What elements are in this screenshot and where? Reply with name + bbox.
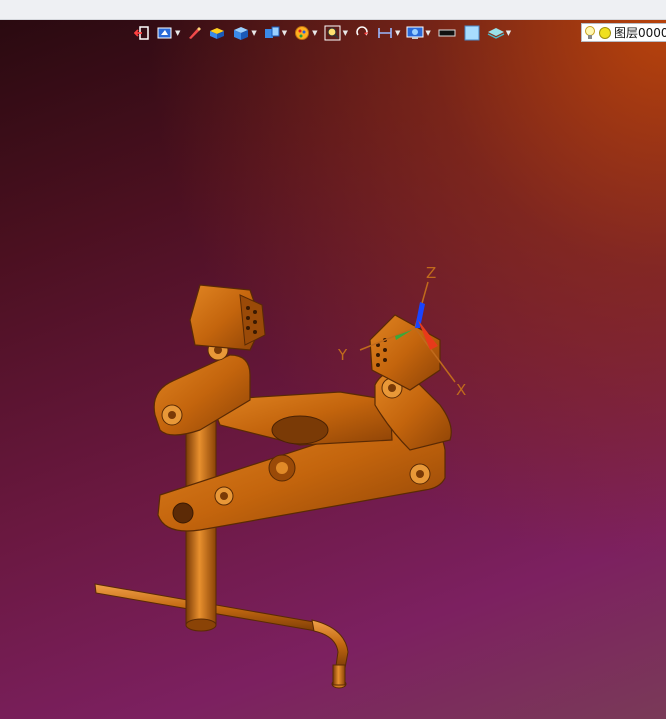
sun-icon	[599, 26, 611, 39]
rotate-view-button[interactable]	[352, 22, 372, 44]
rotate-view-icon	[356, 26, 368, 36]
chevron-down-icon: ▼	[505, 28, 512, 37]
zoom-fit-button[interactable]: ▼	[322, 22, 350, 44]
monitor-view-button[interactable]: ▼	[404, 22, 432, 44]
layer-name: 图层0000	[614, 26, 666, 40]
section-view-button[interactable]: ▼	[261, 22, 289, 44]
light-blue-color-button[interactable]	[461, 22, 483, 44]
chevron-down-icon: ▼	[281, 28, 288, 37]
display-style-button[interactable]	[206, 22, 228, 44]
light-blue-swatch-icon	[464, 25, 480, 41]
appearance-icon	[295, 26, 310, 40]
window-top-strip	[0, 0, 666, 20]
axis-z-label: Z	[426, 264, 436, 282]
monitor-view-icon	[406, 26, 424, 39]
layer-stack-icon	[487, 28, 505, 39]
exit-view-button[interactable]	[132, 22, 152, 44]
measure-button[interactable]: ▼	[374, 22, 402, 44]
handle-bend	[311, 619, 349, 669]
chevron-down-icon: ▼	[175, 28, 181, 37]
layer-selector[interactable]: 图层0000	[581, 23, 666, 42]
chevron-down-icon: ▼	[394, 28, 401, 37]
chevron-down-icon: ▼	[251, 28, 257, 37]
gripper-model[interactable]: Z Y X	[0, 20, 666, 719]
appearance-button[interactable]: ▼	[291, 22, 319, 44]
lightbulb-icon	[585, 26, 595, 39]
view-orient-button[interactable]: ▼	[154, 22, 182, 44]
display-style-icon	[210, 28, 225, 39]
black-color-button[interactable]	[435, 22, 459, 44]
view-toolbar: ▼ ▼ ▼ ▼ ▼ ▼ ▼ ▼	[132, 21, 513, 45]
chevron-down-icon: ▼	[425, 28, 431, 37]
chevron-down-icon: ▼	[312, 28, 318, 37]
axis-y-label: Y	[337, 346, 348, 364]
exit-view-icon	[134, 26, 149, 40]
pencil-sketch-icon	[189, 27, 202, 39]
shaded-cube-icon	[234, 27, 249, 40]
axis-x-label: X	[456, 381, 466, 399]
layer-stack-button[interactable]: ▼	[485, 22, 513, 44]
black-swatch-icon	[438, 29, 456, 37]
view-orient-icon	[157, 27, 172, 39]
section-view-icon	[264, 26, 280, 38]
shaded-view-button[interactable]: ▼	[230, 22, 258, 44]
sketch-button[interactable]	[184, 22, 204, 44]
measure-icon	[378, 28, 392, 38]
3d-viewport[interactable]: Z Y X	[0, 20, 666, 719]
chevron-down-icon: ▼	[342, 28, 348, 37]
zoom-fit-icon	[324, 25, 341, 41]
